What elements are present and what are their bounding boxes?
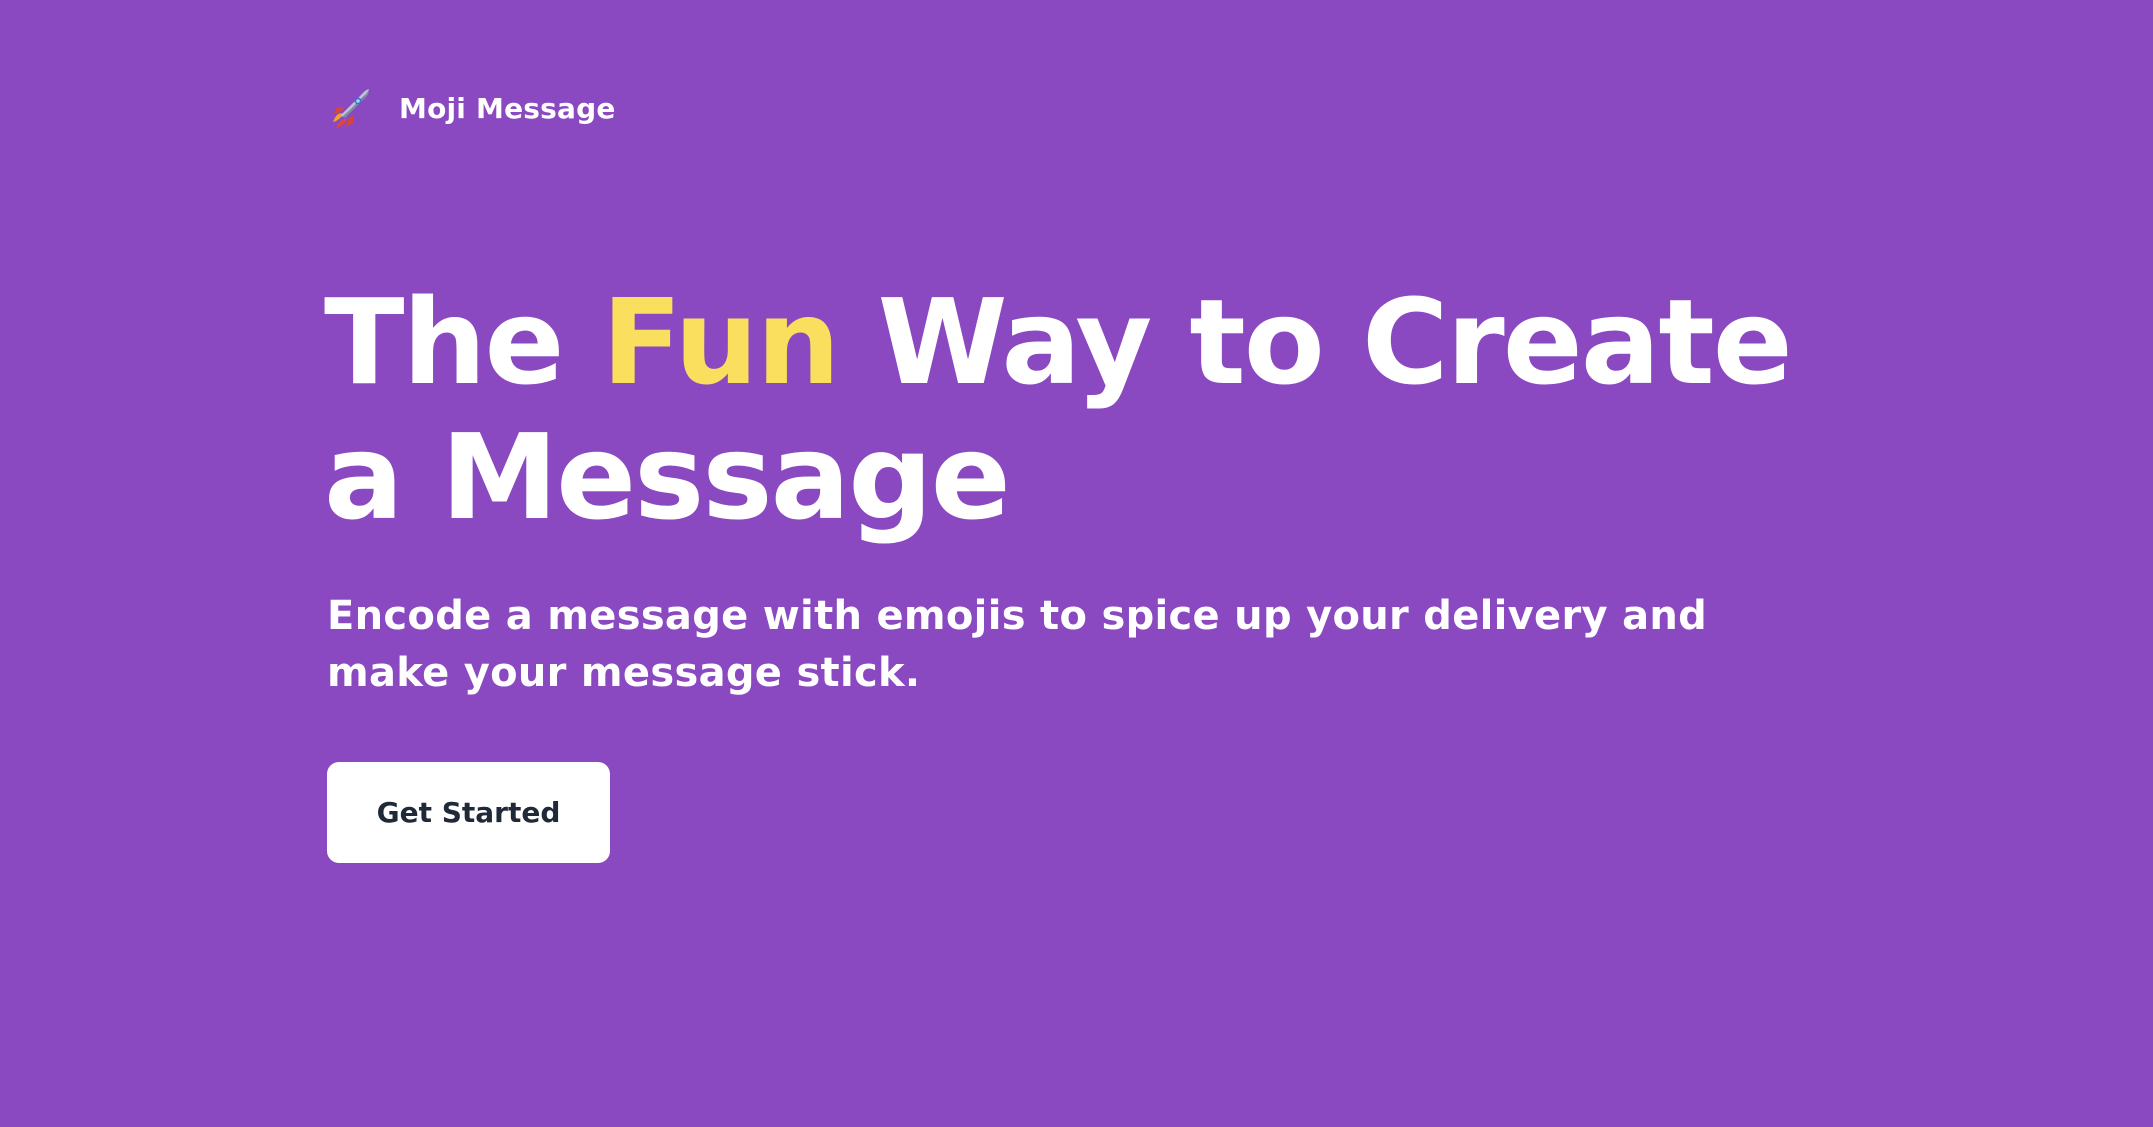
hero-title-highlight: Fun (601, 273, 841, 411)
rocket-icon (333, 89, 369, 128)
get-started-button[interactable]: Get Started (327, 762, 610, 863)
hero-title: The Fun Way to Create a Message (324, 275, 1824, 545)
brand[interactable]: Moji Message (327, 84, 616, 134)
app-name: Moji Message (399, 92, 616, 125)
hero-subtitle: Encode a message with emojis to spice up… (327, 593, 1708, 696)
landing-page: Moji Message The Fun Way to Create a Mes… (324, 0, 1827, 1127)
hero-title-part1: The (324, 273, 602, 411)
